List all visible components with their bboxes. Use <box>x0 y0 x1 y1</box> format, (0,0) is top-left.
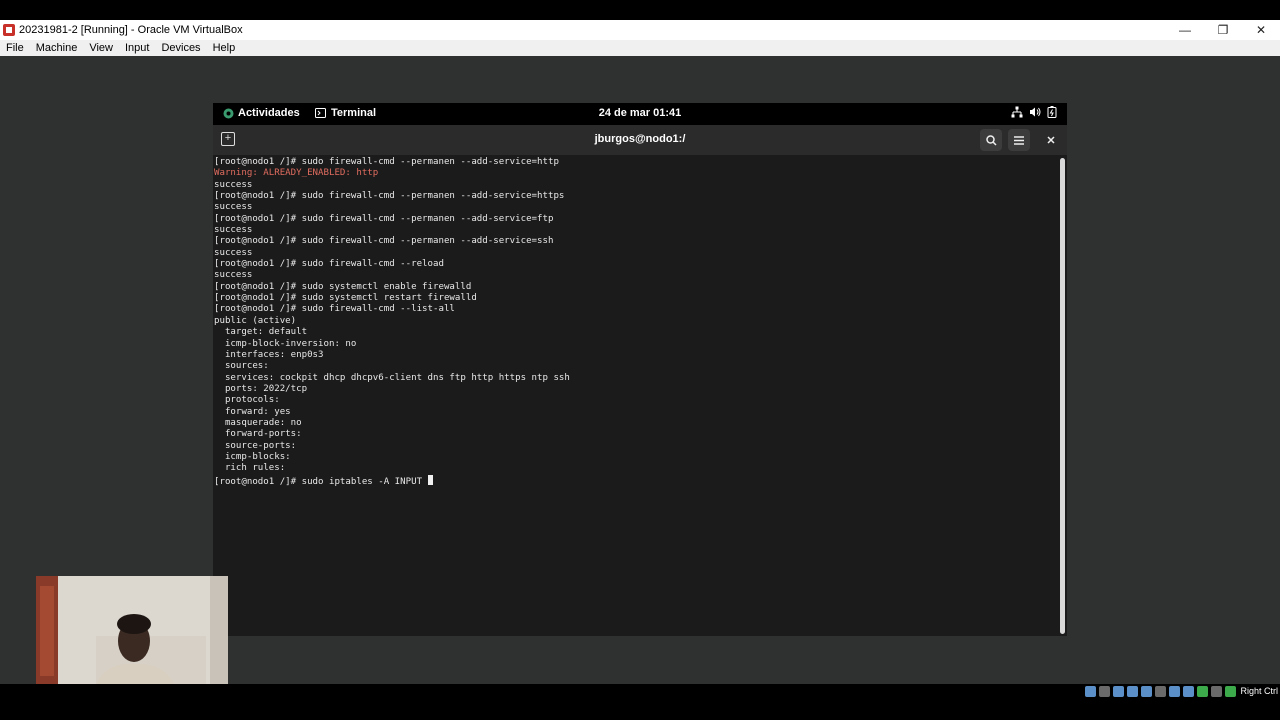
terminal-line: masquerade: no <box>214 417 302 428</box>
terminal-line: success <box>214 270 253 281</box>
terminal-line: rich rules: <box>214 463 291 474</box>
terminal-line: protocols: <box>214 395 286 406</box>
menu-view[interactable]: View <box>83 42 119 54</box>
shared-folders-icon[interactable] <box>1155 686 1166 697</box>
display-icon[interactable] <box>1169 686 1180 697</box>
virtualbox-title-bar[interactable]: 20231981-2 [Running] - Oracle VM Virtual… <box>0 20 1280 40</box>
menu-devices[interactable]: Devices <box>155 42 206 54</box>
webcam-video-image <box>36 576 228 684</box>
battery-icon <box>1047 106 1057 118</box>
terminal-title: jburgos@nodo1:/ <box>594 133 686 145</box>
system-tray[interactable] <box>1011 106 1057 118</box>
terminal-line: source-ports: <box>214 440 302 451</box>
window-title: 20231981-2 [Running] - Oracle VM Virtual… <box>19 24 243 36</box>
menu-input[interactable]: Input <box>119 42 155 54</box>
menu-machine[interactable]: Machine <box>30 42 84 54</box>
volume-icon <box>1030 107 1041 117</box>
terminal-line: forward: yes <box>214 406 291 417</box>
audio-icon[interactable] <box>1113 686 1124 697</box>
recording-icon[interactable] <box>1183 686 1194 697</box>
terminal-line: services: cockpit dhcp dhcpv6-client dns… <box>214 372 570 383</box>
host-key-label: Right Ctrl <box>1240 686 1278 696</box>
terminal-output[interactable]: [root@nodo1 /]# sudo firewall-cmd --perm… <box>213 155 1067 636</box>
menu-button[interactable] <box>1008 129 1030 151</box>
terminal-line: success <box>214 247 253 258</box>
close-icon <box>1047 136 1055 144</box>
usb-icon[interactable] <box>1141 686 1152 697</box>
search-icon <box>985 134 997 146</box>
search-button[interactable] <box>980 129 1002 151</box>
mouse-integration-icon[interactable] <box>1211 686 1222 697</box>
terminal-line: sources: <box>214 361 275 372</box>
close-button[interactable]: ✕ <box>1242 20 1280 40</box>
terminal-scrollbar[interactable] <box>1060 158 1065 634</box>
terminal-line: [root@nodo1 /]# sudo systemctl restart f… <box>214 293 477 304</box>
hard-disk-icon[interactable] <box>1085 686 1096 697</box>
terminal-line: [root@nodo1 /]# sudo firewall-cmd --perm… <box>214 191 565 202</box>
terminal-line: interfaces: enp0s3 <box>214 349 324 360</box>
close-terminal-button[interactable] <box>1040 129 1062 151</box>
terminal-line: [root@nodo1 /]# sudo systemctl enable fi… <box>214 281 472 292</box>
terminal-line: [root@nodo1 /]# sudo firewall-cmd --relo… <box>214 259 444 270</box>
terminal-warning-line: Warning: ALREADY_ENABLED: http <box>214 168 379 179</box>
menu-bar: File Machine View Input Devices Help <box>0 40 1280 56</box>
keyboard-icon[interactable] <box>1225 686 1236 697</box>
optical-drive-icon[interactable] <box>1099 686 1110 697</box>
terminal-line: ports: 2022/tcp <box>214 383 308 394</box>
minimize-button[interactable]: — <box>1166 20 1204 40</box>
network-icon <box>1011 106 1023 118</box>
virtualbox-status-bar: Right Ctrl <box>0 684 1280 700</box>
terminal-line: public (active) <box>214 315 297 326</box>
status-icons <box>1085 686 1236 697</box>
terminal-header-bar: + jburgos@nodo1:/ <box>213 125 1067 155</box>
terminal-line: [root@nodo1 /]# sudo firewall-cmd --perm… <box>214 236 554 247</box>
terminal-line: [root@nodo1 /]# sudo firewall-cmd --perm… <box>214 157 559 167</box>
cpu-activity-icon[interactable] <box>1197 686 1208 697</box>
terminal-line: success <box>214 202 253 213</box>
gnome-top-bar: Actividades Terminal 24 de mar 01:41 <box>213 103 1067 125</box>
virtualbox-app-icon <box>3 24 15 36</box>
terminal-line: forward-ports: <box>214 429 308 440</box>
terminal-line: [root@nodo1 /]# sudo firewall-cmd --list… <box>214 304 455 315</box>
menu-help[interactable]: Help <box>207 42 242 54</box>
terminal-line: [root@nodo1 /]# sudo firewall-cmd --perm… <box>214 213 554 224</box>
menu-file[interactable]: File <box>0 42 30 54</box>
clock[interactable]: 24 de mar 01:41 <box>213 107 1067 119</box>
terminal-line: target: default <box>214 327 308 338</box>
terminal-line: icmp-blocks: <box>214 451 297 462</box>
webcam-overlay <box>36 576 228 684</box>
terminal-line: success <box>214 225 253 236</box>
terminal-cursor <box>427 474 433 485</box>
network-adapter-icon[interactable] <box>1127 686 1138 697</box>
restore-button[interactable]: ❐ <box>1204 20 1242 40</box>
hamburger-icon <box>1014 135 1024 145</box>
terminal-text: [root@nodo1 /]# sudo firewall-cmd --perm… <box>214 157 1054 488</box>
terminal-prompt-line[interactable]: [root@nodo1 /]# sudo iptables -A INPUT <box>214 477 428 487</box>
terminal-line: icmp-block-inversion: no <box>214 338 357 349</box>
terminal-line: success <box>214 179 253 190</box>
